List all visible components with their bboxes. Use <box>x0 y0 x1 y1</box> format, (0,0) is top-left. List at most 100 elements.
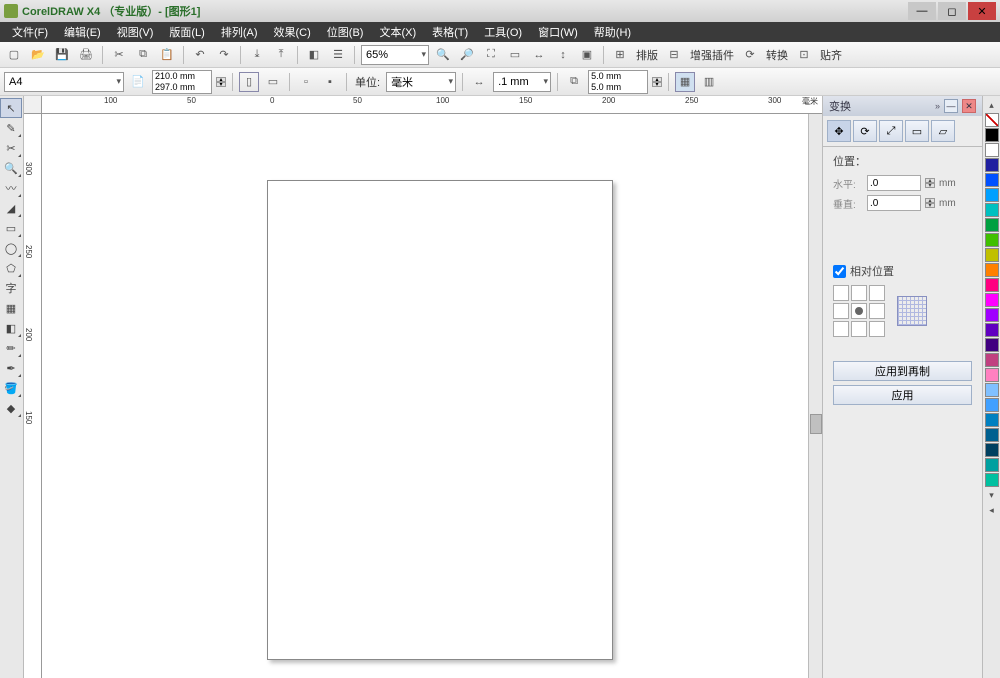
zoom-width-icon[interactable]: ↔ <box>529 45 549 65</box>
tab-skew[interactable]: ▱ <box>931 120 955 142</box>
menu-arrange[interactable]: 排列(A) <box>213 24 266 40</box>
anchor-ml[interactable] <box>833 303 849 319</box>
zoom-in-icon[interactable]: 🔍 <box>433 45 453 65</box>
docker-collapse-icon[interactable]: » <box>935 101 940 111</box>
color-swatch[interactable] <box>985 128 999 142</box>
color-swatch[interactable] <box>985 203 999 217</box>
scrollbar-thumb[interactable] <box>810 414 822 434</box>
color-swatch[interactable] <box>985 218 999 232</box>
save-icon[interactable]: 💾 <box>52 45 72 65</box>
menu-help[interactable]: 帮助(H) <box>586 24 639 40</box>
tab-size[interactable]: ▭ <box>905 120 929 142</box>
duplicate-distance[interactable]: 5.0 mm 5.0 mm <box>588 70 648 94</box>
color-swatch[interactable] <box>985 428 999 442</box>
dup-y-value[interactable]: 5.0 mm <box>589 82 647 93</box>
nudge-input[interactable]: .1 mm <box>493 72 551 92</box>
landscape-button[interactable]: ▭ <box>263 72 283 92</box>
menu-tools[interactable]: 工具(O) <box>476 24 530 40</box>
close-button[interactable]: ✕ <box>968 2 996 20</box>
convert-icon[interactable]: ⟳ <box>740 45 760 65</box>
color-swatch[interactable] <box>985 413 999 427</box>
color-swatch[interactable] <box>985 443 999 457</box>
color-swatch[interactable] <box>985 473 999 487</box>
tab-rotate[interactable]: ⟳ <box>853 120 877 142</box>
page-dimensions[interactable]: 210.0 mm 297.0 mm <box>152 70 212 94</box>
anchor-tr[interactable] <box>869 285 885 301</box>
ellipse-tool[interactable]: ◯ <box>0 238 22 258</box>
crop-tool[interactable]: ✂ <box>0 138 22 158</box>
color-swatch[interactable] <box>985 143 999 157</box>
cut-icon[interactable]: ✂ <box>109 45 129 65</box>
undo-icon[interactable]: ↶ <box>190 45 210 65</box>
color-swatch[interactable] <box>985 338 999 352</box>
page-dim-spinner[interactable]: ▴▾ <box>216 77 226 87</box>
zoom-page-icon[interactable]: ▭ <box>505 45 525 65</box>
print-icon[interactable]: 🖨 <box>76 45 96 65</box>
portrait-button[interactable]: ▯ <box>239 72 259 92</box>
vertical-ruler[interactable]: 300 250 200 150 <box>24 114 42 678</box>
color-swatch[interactable] <box>985 353 999 367</box>
import-icon[interactable]: ⤓ <box>247 45 267 65</box>
pick-tool[interactable]: ↖ <box>0 98 22 118</box>
zoom-out-icon[interactable]: 🔎 <box>457 45 477 65</box>
anchor-grid[interactable] <box>833 285 885 337</box>
all-pages-icon[interactable]: ▫ <box>296 72 316 92</box>
paper-size-dropdown[interactable]: A4 <box>4 72 124 92</box>
menu-window[interactable]: 窗口(W) <box>530 24 586 40</box>
options-icon[interactable]: ▥ <box>699 72 719 92</box>
copy-icon[interactable]: ⧉ <box>133 45 153 65</box>
h-input[interactable] <box>867 175 921 191</box>
apply-to-duplicate-button[interactable]: 应用到再制 <box>833 361 972 381</box>
zoom-tool[interactable]: 🔍 <box>0 158 22 178</box>
anchor-bl[interactable] <box>833 321 849 337</box>
color-swatch[interactable] <box>985 158 999 172</box>
color-swatch[interactable] <box>985 188 999 202</box>
polygon-tool[interactable]: ⬠ <box>0 258 22 278</box>
redo-icon[interactable]: ↷ <box>214 45 234 65</box>
open-icon[interactable]: 📂 <box>28 45 48 65</box>
zoom-height-icon[interactable]: ↕ <box>553 45 573 65</box>
anchor-tl[interactable] <box>833 285 849 301</box>
smart-drawing-tool[interactable]: ◆ <box>0 398 22 418</box>
treat-as-filled-icon[interactable]: ▦ <box>675 72 695 92</box>
color-swatch[interactable] <box>985 278 999 292</box>
plugin-icon[interactable]: ⊟ <box>664 45 684 65</box>
maximize-button[interactable]: ◻ <box>938 2 966 20</box>
color-swatch[interactable] <box>985 308 999 322</box>
docker-close-button[interactable]: ✕ <box>962 99 976 113</box>
anchor-br[interactable] <box>869 321 885 337</box>
eyedropper-tool[interactable]: ✏ <box>0 338 22 358</box>
menu-file[interactable]: 文件(F) <box>4 24 56 40</box>
zoom-dropdown[interactable]: 65% <box>361 45 429 65</box>
v-input[interactable] <box>867 195 921 211</box>
docker-minimize-button[interactable]: — <box>944 99 958 113</box>
page-height-value[interactable]: 297.0 mm <box>153 82 211 93</box>
shape-tool[interactable]: ✎ <box>0 118 22 138</box>
page-width-value[interactable]: 210.0 mm <box>153 71 211 82</box>
menu-view[interactable]: 视图(V) <box>109 24 162 40</box>
smart-fill-tool[interactable]: ◢ <box>0 198 22 218</box>
freehand-tool[interactable]: 〰 <box>0 178 22 198</box>
apply-button[interactable]: 应用 <box>833 385 972 405</box>
color-swatch[interactable] <box>985 458 999 472</box>
color-swatch[interactable] <box>985 293 999 307</box>
welcome-icon[interactable]: ☰ <box>328 45 348 65</box>
color-swatch[interactable] <box>985 323 999 337</box>
current-page-icon[interactable]: ▪ <box>320 72 340 92</box>
palette-up-icon[interactable]: ▴ <box>989 100 994 111</box>
anchor-bc[interactable] <box>851 321 867 337</box>
v-spinner[interactable]: ▴▾ <box>925 198 935 208</box>
color-swatch[interactable] <box>985 263 999 277</box>
tab-scale[interactable]: ⤢ <box>879 120 903 142</box>
horizontal-ruler[interactable]: 100 50 0 50 100 150 200 250 300 毫米 <box>42 96 822 114</box>
dup-x-value[interactable]: 5.0 mm <box>589 71 647 82</box>
app-launch-icon[interactable]: ◧ <box>304 45 324 65</box>
zoom-selection-icon[interactable]: ▣ <box>577 45 597 65</box>
text-tool[interactable]: 字 <box>0 278 22 298</box>
swatch-none[interactable] <box>985 113 999 127</box>
color-swatch[interactable] <box>985 248 999 262</box>
anchor-tc[interactable] <box>851 285 867 301</box>
outline-tool[interactable]: ✒ <box>0 358 22 378</box>
menu-layout[interactable]: 版面(L) <box>161 24 212 40</box>
rectangle-tool[interactable]: ▭ <box>0 218 22 238</box>
